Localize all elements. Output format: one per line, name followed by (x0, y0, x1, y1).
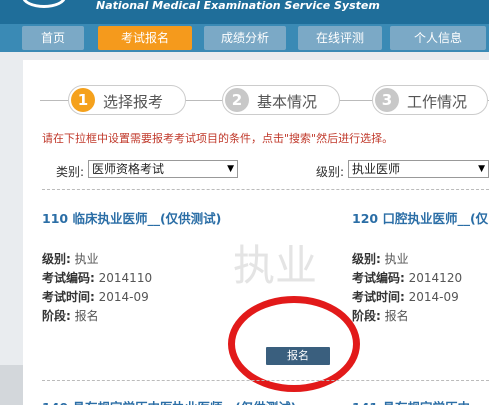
step-number: 2 (225, 88, 249, 112)
exam-title[interactable]: 141 具有规定学历中 (352, 397, 470, 405)
nav-home[interactable]: 首页 (22, 26, 84, 50)
step-number: 1 (71, 88, 95, 112)
site-title: National Medical Examination Service Sys… (96, 0, 380, 12)
left-gutter (0, 365, 23, 405)
level-select[interactable]: 执业医师 ▼ (348, 160, 489, 178)
highlight-circle (228, 296, 360, 392)
logo-icon (22, 0, 66, 8)
divider (42, 189, 489, 190)
category-select[interactable]: 医师资格考试 ▼ (88, 160, 238, 178)
exam-title[interactable]: 140 具有规定学历中医执业医师__(仅供测试) (42, 397, 296, 405)
exam-level: 级别: 执业 (352, 252, 409, 266)
divider (42, 380, 489, 381)
category-select-value: 医师资格考试 (92, 162, 165, 176)
nav-online-evaluation[interactable]: 在线评测 (298, 26, 382, 50)
nav-exam-registration[interactable]: 考试报名 (98, 26, 192, 50)
instruction-text: 请在下拉框中设置需要报考考试项目的条件，点击"搜索"然后进行选择。 (42, 132, 394, 145)
step-label: 基本情况 (257, 93, 318, 111)
exam-code: 考试编码: 2014110 (42, 271, 153, 285)
step-work-info: 3 工作情况 (372, 85, 488, 115)
exam-time: 考试时间: 2014-09 (352, 290, 459, 304)
exam-stage: 阶段: 报名 (42, 309, 99, 323)
category-label: 类别: (56, 165, 85, 179)
exam-time: 考试时间: 2014-09 (42, 290, 149, 304)
dropdown-arrow-icon: ▼ (227, 164, 234, 174)
apply-button[interactable]: 报名 (266, 347, 330, 365)
step-label: 工作情况 (407, 93, 468, 111)
level-select-value: 执业医师 (352, 162, 401, 176)
step-select-exam: 1 选择报考 (68, 85, 186, 115)
step-label: 选择报考 (103, 93, 164, 111)
step-number: 3 (375, 88, 399, 112)
dropdown-arrow-icon: ▼ (478, 164, 485, 174)
main-nav: 首页 考试报名 成绩分析 在线评测 个人信息 (0, 24, 489, 52)
level-label: 级别: (316, 165, 345, 179)
exam-code: 考试编码: 2014120 (352, 271, 463, 285)
exam-title[interactable]: 110 临床执业医师__(仅供测试) (42, 208, 221, 227)
exam-stage: 阶段: 报名 (352, 309, 409, 323)
exam-level: 级别: 执业 (42, 252, 99, 266)
watermark-text: 执业 (233, 241, 318, 290)
exam-title[interactable]: 120 口腔执业医师__(仅 (352, 208, 488, 227)
nav-personal-info[interactable]: 个人信息 (390, 26, 486, 50)
nav-score-analysis[interactable]: 成绩分析 (204, 26, 286, 50)
site-header: National Medical Examination Service Sys… (0, 0, 489, 24)
step-basic-info: 2 基本情况 (222, 85, 340, 115)
